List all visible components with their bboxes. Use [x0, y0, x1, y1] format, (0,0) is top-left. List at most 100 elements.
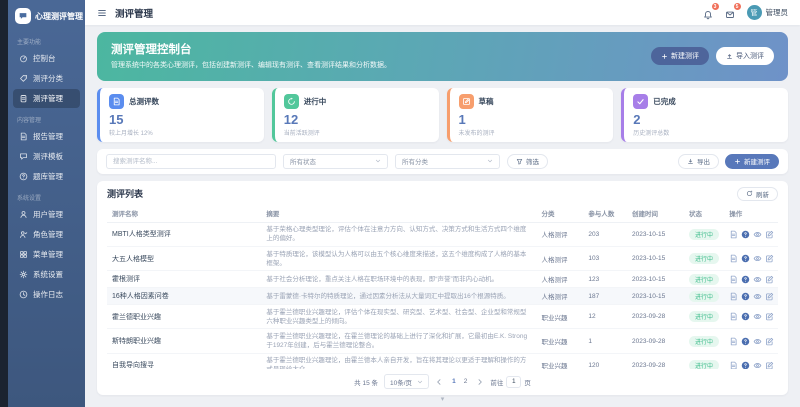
file-icon[interactable] [729, 292, 738, 301]
delete-icon[interactable] [777, 275, 778, 284]
sidebar-item-label: 测评分类 [33, 74, 63, 83]
stat-card-进行中: 进行中 12 当前活跃测评 [271, 87, 439, 142]
sidebar-item-测评模板[interactable]: 测评模板 [13, 147, 80, 166]
table-title: 测评列表 [107, 189, 144, 200]
dashboard-icon [19, 54, 28, 63]
page-button-1[interactable]: 1 [449, 377, 459, 386]
delete-icon[interactable] [777, 230, 778, 239]
notification-badge: 5 [733, 3, 741, 10]
assessment-category: 人格测评 [536, 222, 584, 248]
eye-icon[interactable] [753, 312, 762, 321]
status-select[interactable]: 所有状态 [283, 153, 388, 169]
eye-icon[interactable] [753, 361, 762, 369]
edit-icon[interactable] [765, 292, 774, 301]
sidebar-item-测评管理[interactable]: 测评管理 [13, 89, 80, 108]
refresh-button-label: 刷新 [756, 191, 769, 199]
prev-page-button[interactable] [435, 378, 443, 386]
new-assessment-button-secondary[interactable]: 新建测评 [725, 153, 779, 169]
sidebar-item-题库管理[interactable]: 题库管理 [13, 167, 80, 186]
bell-notification[interactable]: 3 [703, 3, 719, 20]
question-circle-icon[interactable] [741, 337, 750, 346]
sidebar-item-系统设置[interactable]: 系统设置 [13, 265, 80, 284]
pagination: 共 15 条 10条/页 12 前往 页 [107, 369, 778, 391]
row-actions [729, 337, 774, 346]
sidebar-item-操作日志[interactable]: 操作日志 [13, 285, 80, 304]
sidebar-item-label: 操作日志 [33, 290, 63, 299]
delete-icon[interactable] [777, 292, 778, 301]
import-assessment-button[interactable]: 导入测评 [716, 47, 774, 66]
sidebar-nav: 主要功能 控制台 测评分类 测评管理 内容管理 报告管理 测评模板 题库管理 系统设置 用户管理角… [8, 31, 85, 304]
new-assessment-button[interactable]: 新建测评 [651, 47, 709, 66]
edit-icon[interactable] [765, 337, 774, 346]
eye-icon[interactable] [753, 254, 762, 263]
sidebar-item-控制台[interactable]: 控制台 [13, 49, 80, 68]
filter-button[interactable]: 筛选 [507, 153, 548, 169]
sidebar-item-测评分类[interactable]: 测评分类 [13, 69, 80, 88]
sidebar-item-菜单管理[interactable]: 菜单管理 [13, 245, 80, 264]
file-icon[interactable] [729, 275, 738, 284]
message-notification[interactable]: 5 [725, 3, 741, 18]
table-row: 斯特朗职业兴趣 基于霍兰德职业兴趣理论，在霍兰德理论的基础上进行了深化和扩展，它最… [107, 328, 778, 354]
search-input[interactable] [106, 153, 276, 169]
edit-icon[interactable] [765, 275, 774, 284]
export-button[interactable]: 导出 [678, 153, 719, 169]
file-icon[interactable] [729, 230, 738, 239]
delete-icon[interactable] [777, 312, 778, 321]
funnel-icon [516, 158, 523, 165]
eye-icon[interactable] [753, 337, 762, 346]
table-row: 自我导向搜寻 基于霍兰德职业兴趣理论，由霍兰德本人亲自开发，旨在将其理论以更适于理… [107, 353, 778, 369]
file-icon[interactable] [729, 254, 738, 263]
hamburger-icon[interactable] [97, 8, 107, 18]
status-cell: 进行中 [684, 270, 725, 289]
status-badge: 进行中 [689, 228, 720, 240]
assessment-name: 自我导向搜寻 [107, 353, 262, 369]
edit-icon[interactable] [765, 361, 774, 369]
edit-icon[interactable] [765, 312, 774, 321]
created-date: 2023-09-28 [627, 304, 685, 330]
sidebar-item-报告管理[interactable]: 报告管理 [13, 127, 80, 146]
category-select[interactable]: 所有分类 [395, 153, 500, 169]
status-cell: 进行中 [684, 304, 725, 330]
assessment-icon [19, 94, 28, 103]
sidebar-item-角色管理[interactable]: 角色管理 [13, 225, 80, 244]
status-badge: 进行中 [689, 311, 720, 323]
file-icon[interactable] [729, 337, 738, 346]
stat-value: 1 [458, 111, 466, 127]
edit-icon[interactable] [765, 230, 774, 239]
question-circle-icon[interactable] [741, 254, 750, 263]
status-cell: 进行中 [684, 222, 725, 248]
assessment-category: 人格测评 [536, 287, 584, 306]
row-actions [729, 275, 774, 284]
header-right: 3 5 管 管理员 [703, 3, 788, 20]
eye-icon[interactable] [753, 292, 762, 301]
template-icon [19, 152, 28, 161]
stat-value: 12 [283, 111, 299, 127]
goto-page: 前往 页 [490, 375, 531, 388]
user-menu[interactable]: 管 管理员 [746, 5, 788, 20]
next-page-button[interactable] [476, 378, 484, 386]
question-circle-icon[interactable] [741, 361, 750, 369]
question-circle-icon[interactable] [741, 292, 750, 301]
delete-icon[interactable] [777, 361, 778, 369]
refresh-button[interactable]: 刷新 [737, 186, 778, 201]
stat-subtext: 未发布的测评 [458, 130, 495, 137]
stat-cards-row: 总测评数 15 较上月增长 12% 进行中 12 当前活跃测评 草稿 1 未发布的测评 已完成 2 历… [97, 87, 788, 142]
page-button-2[interactable]: 2 [461, 377, 471, 386]
file-icon[interactable] [729, 361, 738, 369]
sidebar-item-用户管理[interactable]: 用户管理 [13, 205, 80, 224]
question-circle-icon[interactable] [741, 275, 750, 284]
question-circle-icon[interactable] [741, 312, 750, 321]
file-icon[interactable] [729, 312, 738, 321]
eye-icon[interactable] [753, 230, 762, 239]
delete-icon[interactable] [777, 337, 778, 346]
edit-icon[interactable] [765, 254, 774, 263]
scroll-down-indicator[interactable]: ▾ [97, 395, 788, 405]
actions-cell [724, 304, 778, 330]
delete-icon[interactable] [777, 254, 778, 263]
chevron-down-icon [375, 158, 381, 164]
per-page-select[interactable]: 10条/页 [384, 374, 430, 389]
question-circle-icon[interactable] [741, 230, 750, 239]
goto-page-input[interactable] [506, 375, 522, 388]
eye-icon[interactable] [753, 275, 762, 284]
assessment-category: 职业兴趣 [536, 328, 584, 354]
